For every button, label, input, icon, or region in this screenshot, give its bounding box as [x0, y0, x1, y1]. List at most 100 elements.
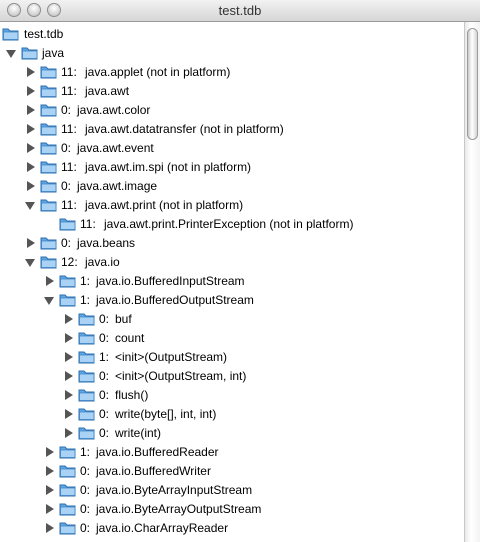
tree-item[interactable]: 0: java.beans: [0, 234, 464, 253]
item-name: java.io.BufferedReader: [96, 445, 219, 459]
folder-icon: [21, 45, 39, 61]
disclosure-closed-icon[interactable]: [63, 428, 73, 438]
disclosure-closed-icon[interactable]: [25, 162, 35, 172]
title-bar: test.tdb: [0, 0, 480, 22]
item-name: java.awt.event: [77, 141, 154, 155]
item-name: count: [115, 331, 145, 345]
item-count: 0:: [61, 236, 72, 250]
folder-icon: [40, 254, 58, 270]
tree-item[interactable]: 11: java.applet (not in platform): [0, 63, 464, 82]
folder-icon: [78, 330, 96, 346]
disclosure-closed-icon[interactable]: [44, 504, 54, 514]
item-count: 0:: [99, 426, 110, 440]
disclosure-closed-icon[interactable]: [25, 143, 35, 153]
disclosure-closed-icon[interactable]: [63, 352, 73, 362]
folder-icon: [59, 292, 77, 308]
disclosure-closed-icon[interactable]: [44, 447, 54, 457]
item-count: 0:: [80, 464, 91, 478]
tree-item[interactable]: 0: java.io.ByteArrayInputStream: [0, 481, 464, 500]
tree-item[interactable]: 0: flush(): [0, 386, 464, 405]
folder-icon: [59, 444, 77, 460]
item-count: 1:: [80, 445, 91, 459]
disclosure-open-icon[interactable]: [25, 257, 35, 267]
tree-item[interactable]: 0: java.awt.color: [0, 101, 464, 120]
item-count: 11:: [61, 65, 77, 79]
disclosure-closed-icon[interactable]: [25, 124, 35, 134]
item-count: 0:: [61, 141, 72, 155]
disclosure-closed-icon[interactable]: [44, 276, 54, 286]
disclosure-closed-icon[interactable]: [44, 485, 54, 495]
tree-item[interactable]: 0: java.awt.event: [0, 139, 464, 158]
folder-icon: [59, 273, 77, 289]
item-name: java.io.CharArrayReader: [96, 521, 229, 535]
folder-icon: [59, 482, 77, 498]
tree-item[interactable]: 0: java.io.ByteArrayOutputStream: [0, 500, 464, 519]
tree-item[interactable]: 1: java.io.BufferedOutputStream: [0, 291, 464, 310]
folder-icon: [59, 520, 77, 536]
tree-item[interactable]: 0: write(byte[], int, int): [0, 405, 464, 424]
item-name: java.applet (not in platform): [85, 65, 231, 79]
disclosure-closed-icon[interactable]: [63, 390, 73, 400]
tree-item[interactable]: 11: java.awt: [0, 82, 464, 101]
item-count: 0:: [61, 179, 72, 193]
item-name: java.awt.print (not in platform): [85, 198, 244, 212]
disclosure-closed-icon[interactable]: [25, 238, 35, 248]
item-name: java.io.BufferedInputStream: [96, 274, 245, 288]
tree-item-java[interactable]: java: [0, 44, 464, 63]
disclosure-closed-icon[interactable]: [63, 314, 73, 324]
disclosure-closed-icon[interactable]: [25, 86, 35, 96]
disclosure-closed-icon[interactable]: [44, 466, 54, 476]
item-name: java.awt.color: [77, 103, 151, 117]
scrollbar-thumb[interactable]: [467, 28, 478, 140]
tree-item[interactable]: 0: java.io.BufferedWriter: [0, 462, 464, 481]
tree-view: test.tdb java 11: java.applet (not in platf…: [0, 22, 464, 542]
disclosure-open-icon[interactable]: [44, 295, 54, 305]
disclosure-closed-icon[interactable]: [63, 371, 73, 381]
disclosure-closed-icon[interactable]: [63, 333, 73, 343]
tree-item[interactable]: 1: <init>(OutputStream): [0, 348, 464, 367]
disclosure-closed-icon[interactable]: [25, 67, 35, 77]
folder-icon: [40, 235, 58, 251]
tree-item[interactable]: 0: buf: [0, 310, 464, 329]
tree-item[interactable]: 0: write(int): [0, 424, 464, 443]
tree-item[interactable]: 12: java.io: [0, 253, 464, 272]
folder-icon: [40, 178, 58, 194]
disclosure-open-icon[interactable]: [25, 200, 35, 210]
disclosure-open-icon[interactable]: [6, 48, 16, 58]
item-count: 0:: [80, 483, 91, 497]
folder-icon: [59, 463, 77, 479]
tree-item[interactable]: 11: java.awt.print (not in platform): [0, 196, 464, 215]
tree-item[interactable]: 0: java.io.CharArrayReader: [0, 519, 464, 538]
tree-item[interactable]: 11: java.awt.im.spi (not in platform): [0, 158, 464, 177]
item-name: <init>(OutputStream, int): [115, 369, 247, 383]
folder-icon: [78, 406, 96, 422]
tree-item[interactable]: 0: java.awt.image: [0, 177, 464, 196]
folder-icon: [40, 64, 58, 80]
tree-item[interactable]: 1: java.io.BufferedReader: [0, 443, 464, 462]
item-count: 12:: [61, 255, 78, 269]
disclosure-closed-icon[interactable]: [63, 409, 73, 419]
folder-icon: [78, 311, 96, 327]
item-name: java.awt.image: [77, 179, 158, 193]
tree-item[interactable]: 0: <init>(OutputStream, int): [0, 367, 464, 386]
tree-item[interactable]: 11: java.awt.datatransfer (not in platfor…: [0, 120, 464, 139]
vertical-scrollbar[interactable]: [464, 22, 480, 542]
item-count: 1:: [99, 350, 110, 364]
tree-root-item[interactable]: test.tdb: [0, 25, 464, 44]
folder-icon: [40, 121, 58, 137]
folder-icon: [40, 197, 58, 213]
tree-item[interactable]: 11: java.awt.print.PrinterException (not …: [0, 215, 464, 234]
folder-icon: [59, 501, 77, 517]
tree-item[interactable]: 1: java.io.BufferedInputStream: [0, 272, 464, 291]
item-count: 0:: [99, 331, 110, 345]
item-name: write(int): [115, 426, 162, 440]
item-name: java.awt.im.spi (not in platform): [85, 160, 252, 174]
folder-icon: [78, 425, 96, 441]
disclosure-closed-icon[interactable]: [25, 105, 35, 115]
tree-item[interactable]: 0: count: [0, 329, 464, 348]
item-name: java.io.ByteArrayInputStream: [96, 483, 253, 497]
disclosure-closed-icon[interactable]: [44, 523, 54, 533]
item-name: java.beans: [77, 236, 136, 250]
disclosure-closed-icon[interactable]: [25, 181, 35, 191]
item-count: 11:: [61, 198, 77, 212]
